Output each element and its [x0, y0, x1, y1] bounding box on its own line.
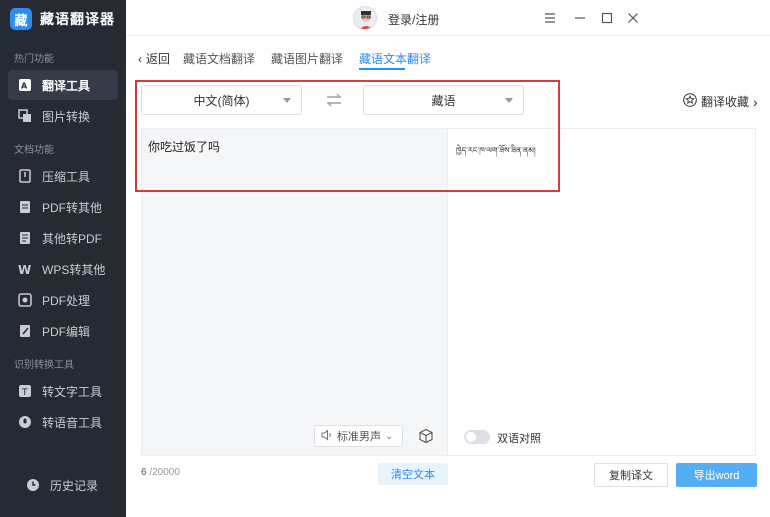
svg-text:W: W — [18, 263, 31, 276]
clear-text-button[interactable]: 清空文本 — [378, 463, 448, 485]
menu-icon[interactable] — [541, 9, 559, 27]
sidebar-item-label: PDF转其他 — [42, 200, 103, 215]
sidebar-item-translate[interactable]: A 翻译工具 — [8, 70, 118, 100]
minimize-icon[interactable] — [571, 9, 589, 27]
source-language-select[interactable]: 中文(简体) — [141, 85, 302, 115]
section-title-recognize: 识别转换工具 — [14, 360, 74, 371]
chevron-left-icon: ‹ — [138, 51, 142, 66]
tab-image-translate[interactable]: 藏语图片翻译 — [271, 50, 343, 67]
translate-icon: A — [18, 78, 32, 92]
sidebar-item-label: PDF处理 — [42, 293, 91, 308]
sidebar-item-other-to-pdf[interactable]: 其他转PDF — [8, 223, 118, 253]
section-title-hot: 热门功能 — [14, 54, 54, 65]
topbar — [126, 0, 770, 36]
character-count: 6 /20000 — [141, 467, 180, 478]
sidebar-item-pdf-process[interactable]: PDF处理 — [8, 285, 118, 315]
voice-icon — [18, 415, 32, 429]
caret-down-icon — [505, 98, 513, 103]
text-icon: T — [18, 384, 32, 398]
back-button[interactable]: ‹ 返回 — [138, 50, 170, 67]
sidebar-item-label: 历史记录 — [50, 478, 99, 493]
swap-languages-icon[interactable] — [325, 91, 343, 109]
login-register-link[interactable]: 登录/注册 — [388, 11, 439, 28]
sidebar: 藏 藏语翻译器 热门功能 A 翻译工具 图片转换 文档功能 压缩工具 PDF转其… — [0, 0, 126, 517]
sidebar-item-label: WPS转其他 — [42, 262, 106, 277]
clock-icon — [26, 478, 40, 492]
pdf-process-icon — [18, 293, 32, 307]
sidebar-item-label: 图片转换 — [42, 109, 91, 124]
chevron-down-icon: ⌄ — [385, 430, 394, 442]
speaker-icon — [321, 428, 333, 444]
export-word-button[interactable]: 导出word — [676, 463, 757, 487]
sidebar-item-pdf-edit[interactable]: PDF编辑 — [8, 316, 118, 346]
avatar[interactable] — [353, 6, 377, 30]
image-convert-icon — [18, 109, 32, 123]
sidebar-item-image-convert[interactable]: 图片转换 — [8, 101, 118, 131]
sidebar-item-label: 压缩工具 — [42, 169, 91, 184]
close-icon[interactable] — [624, 9, 642, 27]
wps-icon: W — [18, 262, 32, 276]
bilingual-toggle[interactable] — [464, 430, 490, 444]
cube-icon[interactable] — [418, 428, 434, 444]
active-tab-indicator — [359, 68, 405, 70]
compress-icon — [18, 169, 32, 183]
copy-translation-button[interactable]: 复制译文 — [594, 463, 668, 487]
section-title-doc: 文档功能 — [14, 145, 54, 156]
sidebar-item-pdf-to-other[interactable]: PDF转其他 — [8, 192, 118, 222]
app-logo: 藏 — [10, 8, 32, 30]
star-icon — [683, 93, 697, 110]
source-text: 你吃过饭了吗 — [148, 140, 221, 154]
target-text-area — [448, 128, 756, 456]
favorites-link[interactable]: 翻译收藏 › — [683, 93, 758, 110]
sidebar-item-label: 转语音工具 — [42, 415, 103, 430]
sidebar-item-compress[interactable]: 压缩工具 — [8, 161, 118, 191]
sidebar-item-label: 其他转PDF — [42, 231, 103, 246]
chevron-right-icon: › — [753, 93, 758, 110]
target-language-select[interactable]: 藏语 — [363, 85, 524, 115]
svg-text:A: A — [21, 82, 28, 91]
brand: 藏 藏语翻译器 — [0, 0, 126, 38]
app-title: 藏语翻译器 — [40, 11, 115, 27]
maximize-icon[interactable] — [598, 9, 616, 27]
sidebar-item-label: 转文字工具 — [42, 384, 103, 399]
sidebar-item-to-text[interactable]: T 转文字工具 — [8, 376, 118, 406]
source-text-area[interactable] — [141, 128, 448, 456]
tab-doc-translate[interactable]: 藏语文档翻译 — [183, 50, 255, 67]
svg-text:T: T — [21, 388, 28, 398]
sidebar-item-label: 翻译工具 — [42, 78, 91, 93]
bilingual-label: 双语对照 — [497, 433, 541, 445]
sidebar-item-label: PDF编辑 — [42, 324, 91, 339]
voice-select[interactable]: 标准男声 ⌄ — [314, 425, 403, 447]
pdf-edit-icon — [18, 324, 32, 338]
translated-text: ཁྱེད་རང་ཁ་ལག་ཟོས་ཟིན་ནམ། — [456, 146, 536, 155]
caret-down-icon — [283, 98, 291, 103]
sidebar-item-wps-to-other[interactable]: W WPS转其他 — [8, 254, 118, 284]
tab-text-translate[interactable]: 藏语文本翻译 — [359, 50, 431, 67]
pdf-icon — [18, 200, 32, 214]
sidebar-item-history[interactable]: 历史记录 — [16, 470, 110, 500]
file-to-pdf-icon — [18, 231, 32, 245]
sidebar-item-to-voice[interactable]: 转语音工具 — [8, 407, 118, 437]
